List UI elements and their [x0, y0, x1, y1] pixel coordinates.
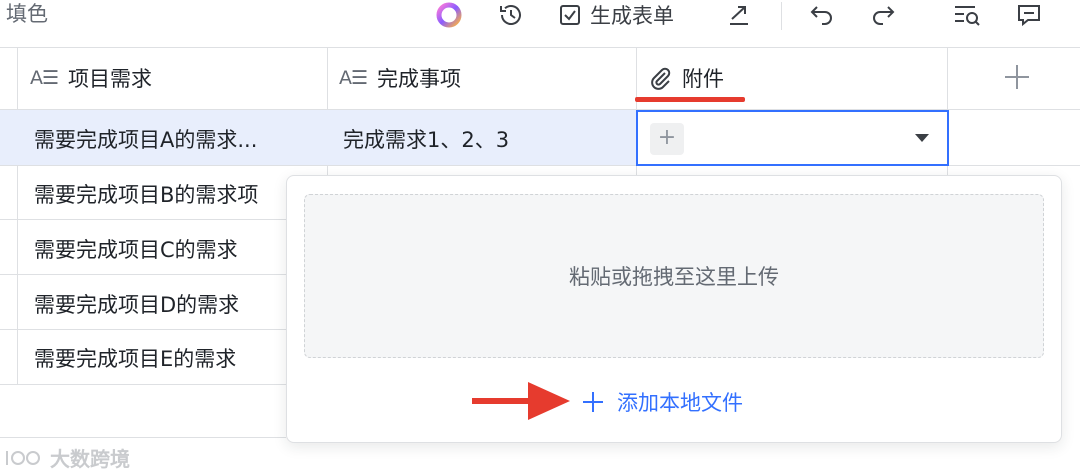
column-header-done[interactable]: A☰ 完成事项	[339, 47, 461, 109]
text-field-icon: A☰	[30, 67, 59, 89]
form-check-icon	[560, 5, 580, 25]
caret-down-icon[interactable]	[915, 134, 929, 142]
grid-line	[0, 219, 286, 220]
upload-dropzone[interactable]: 粘贴或拖拽至这里上传	[304, 194, 1044, 358]
undo-icon[interactable]	[808, 0, 836, 30]
table-cell[interactable]: 需要完成项目C的需求	[34, 234, 286, 264]
column-header-label: 附件	[682, 67, 724, 91]
column-header-label: 项目需求	[68, 67, 153, 91]
column-header-label: 完成事项	[377, 67, 462, 91]
history-icon[interactable]	[497, 0, 525, 30]
grid-line	[0, 47, 1080, 48]
watermark: 大数跨境	[4, 442, 130, 472]
annotation-arrow-icon	[472, 382, 570, 420]
grid-line	[0, 329, 286, 330]
create-form-label: 生成表单	[590, 4, 674, 28]
watermark-text: 大数跨境	[50, 446, 130, 471]
share-icon[interactable]	[726, 0, 752, 30]
dropzone-text: 粘贴或拖拽至这里上传	[569, 265, 779, 289]
table-cell[interactable]: 需要完成项目A的需求...	[34, 124, 320, 154]
comment-icon[interactable]	[1016, 0, 1042, 30]
grid-line	[17, 47, 18, 385]
add-column-button[interactable]	[1004, 64, 1030, 90]
table-cell[interactable]: 完成需求1、2、3	[343, 124, 629, 154]
plus-icon	[583, 392, 603, 412]
grid-line	[0, 437, 286, 438]
watermark-logo-icon	[6, 451, 40, 465]
table-cell[interactable]: 需要完成项目D的需求	[34, 289, 286, 319]
toolbar: 填色 生成表单	[0, 0, 1080, 44]
create-form-button[interactable]: 生成表单	[558, 0, 674, 30]
grid-line	[0, 274, 286, 275]
column-header-requirement[interactable]: A☰ 项目需求	[30, 47, 152, 109]
attachment-upload-popup: 粘贴或拖拽至这里上传 添加本地文件	[286, 175, 1062, 443]
add-local-file-label: 添加本地文件	[617, 391, 743, 415]
redo-icon[interactable]	[869, 0, 897, 30]
add-attachment-button[interactable]: +	[650, 123, 684, 155]
paperclip-icon	[651, 67, 671, 90]
text-field-icon: A☰	[339, 67, 368, 89]
table-cell[interactable]: 需要完成项目E的需求	[34, 343, 286, 373]
grid-line	[0, 384, 286, 385]
table-cell[interactable]: 需要完成项目B的需求项	[34, 179, 286, 209]
search-list-icon[interactable]	[952, 0, 982, 30]
add-local-file-button[interactable]: 添加本地文件	[583, 384, 743, 420]
toolbar-divider	[781, 2, 782, 30]
attachment-cell[interactable]: +	[636, 110, 949, 166]
ai-assistant-icon[interactable]	[434, 0, 464, 30]
fill-color-button[interactable]: 填色	[6, 0, 48, 28]
annotation-underline	[635, 97, 745, 102]
